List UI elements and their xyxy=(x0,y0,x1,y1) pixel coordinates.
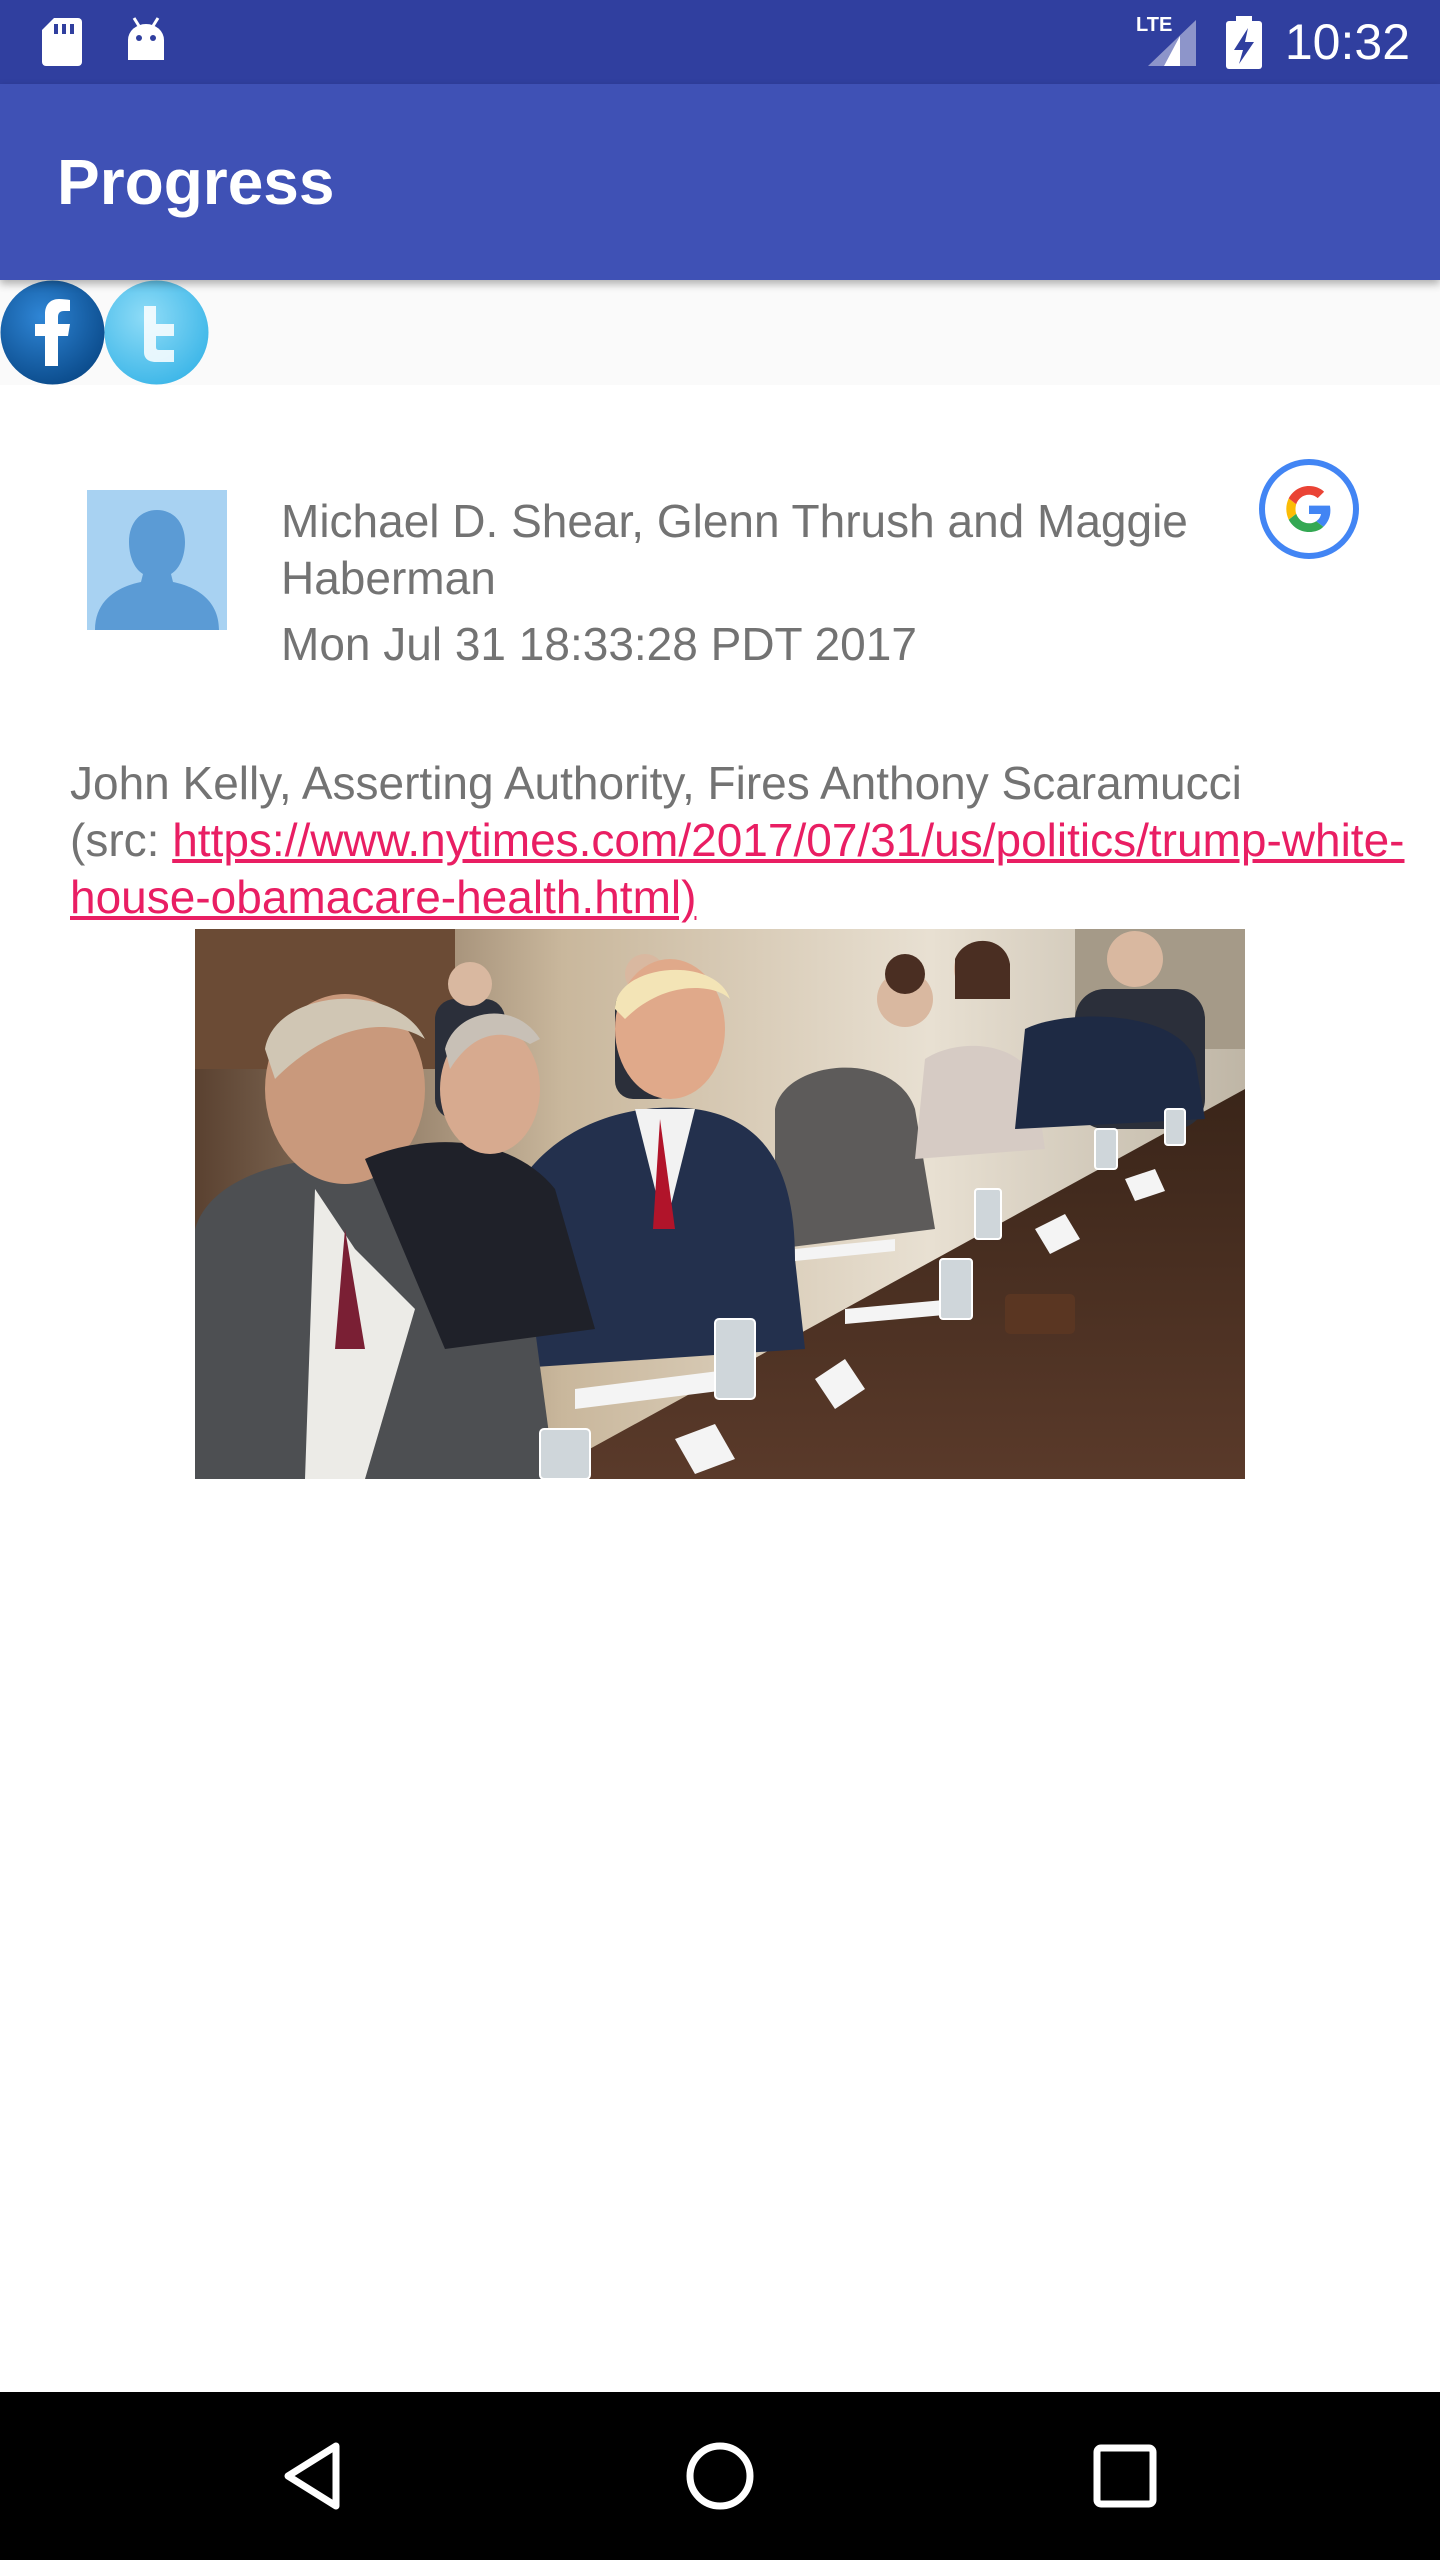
source-prefix: (src: xyxy=(70,814,173,866)
headline-title: John Kelly, Asserting Authority, Fires A… xyxy=(70,757,1242,809)
recents-icon[interactable] xyxy=(1085,2436,1165,2516)
source-link[interactable]: https://www.nytimes.com/2017/07/31/us/po… xyxy=(70,814,1404,923)
facebook-icon[interactable] xyxy=(0,280,105,385)
article-date: Mon Jul 31 18:33:28 PDT 2017 xyxy=(281,618,917,670)
app-bar: Progress xyxy=(0,84,1440,280)
back-icon[interactable] xyxy=(274,2436,354,2516)
headline: John Kelly, Asserting Authority, Fires A… xyxy=(70,755,1410,926)
status-bar: LTE 10:32 xyxy=(0,0,1440,84)
cabinet-meeting-photo xyxy=(195,929,1245,1479)
person-avatar-icon xyxy=(87,490,227,630)
android-icon xyxy=(128,17,164,60)
home-icon[interactable] xyxy=(680,2436,760,2516)
sd-card-icon xyxy=(42,18,82,66)
status-time: 10:32 xyxy=(1284,14,1410,70)
author-name: Michael D. Shear, Glenn Thrush and Maggi… xyxy=(281,495,1188,604)
share-strip xyxy=(0,280,1440,385)
twitter-icon[interactable] xyxy=(104,280,209,385)
page-title: Progress xyxy=(57,146,335,218)
google-icon[interactable] xyxy=(1258,458,1360,560)
battery-charging-icon xyxy=(1226,16,1262,69)
navigation-bar xyxy=(0,2392,1440,2560)
lte-signal-icon xyxy=(1148,20,1196,66)
